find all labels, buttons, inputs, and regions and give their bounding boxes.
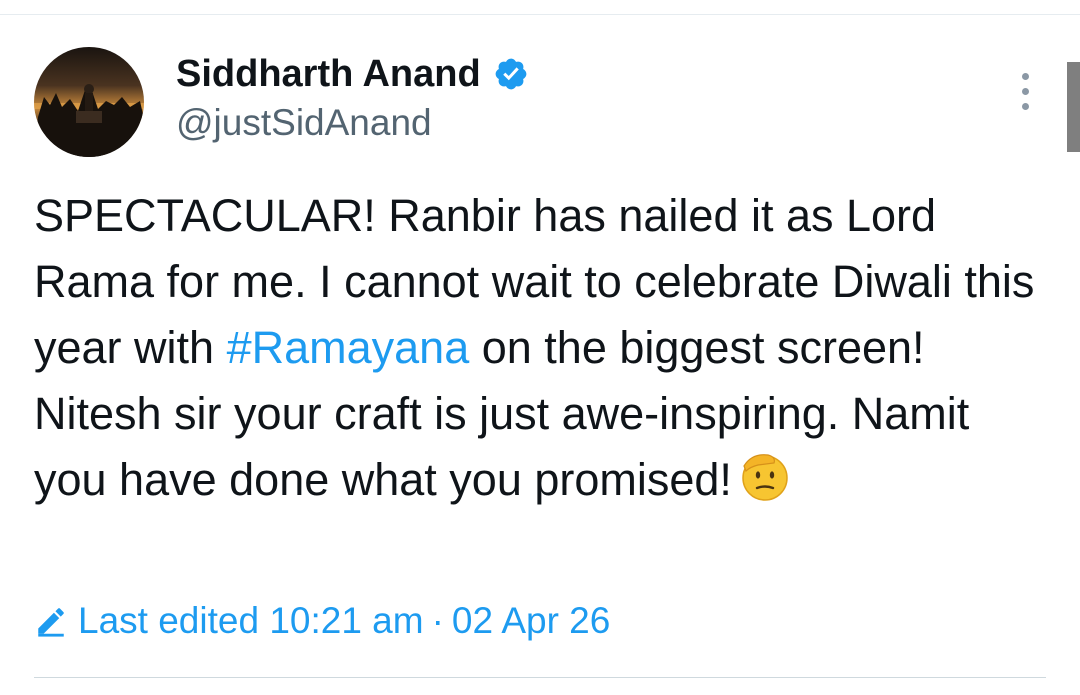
author-avatar[interactable] bbox=[34, 47, 144, 157]
ellipsis-dot bbox=[1021, 87, 1029, 95]
edit-info-row[interactable]: Last edited 10:21 am · 02 Apr 26 bbox=[34, 598, 610, 644]
avatar-photo-icon bbox=[34, 47, 144, 157]
tweet-text: SPECTACULAR! Ranbir has nailed it as Lor… bbox=[34, 183, 1044, 513]
hashtag-link[interactable]: #Ramayana bbox=[227, 322, 470, 373]
edit-time[interactable]: 10:21 am bbox=[269, 598, 423, 644]
edit-label[interactable]: Last edited bbox=[78, 598, 259, 644]
author-name-row[interactable]: Siddharth Anand bbox=[176, 52, 529, 96]
verified-badge-icon bbox=[495, 58, 527, 90]
ellipsis-dot bbox=[1021, 102, 1029, 110]
pencil-edit-icon bbox=[38, 608, 64, 637]
edit-separator: · bbox=[431, 600, 444, 641]
more-options-button[interactable] bbox=[1010, 68, 1040, 114]
edit-date[interactable]: 02 Apr 26 bbox=[452, 598, 610, 644]
vertical-ellipsis-icon bbox=[1021, 72, 1029, 80]
top-divider bbox=[0, 14, 1080, 15]
author-handle[interactable]: @justSidAnand bbox=[176, 101, 432, 145]
scrollbar-thumb[interactable] bbox=[1067, 62, 1080, 152]
salute-face-emoji-icon bbox=[742, 454, 788, 501]
author-name[interactable]: Siddharth Anand bbox=[176, 52, 481, 96]
bottom-divider bbox=[34, 677, 1046, 678]
